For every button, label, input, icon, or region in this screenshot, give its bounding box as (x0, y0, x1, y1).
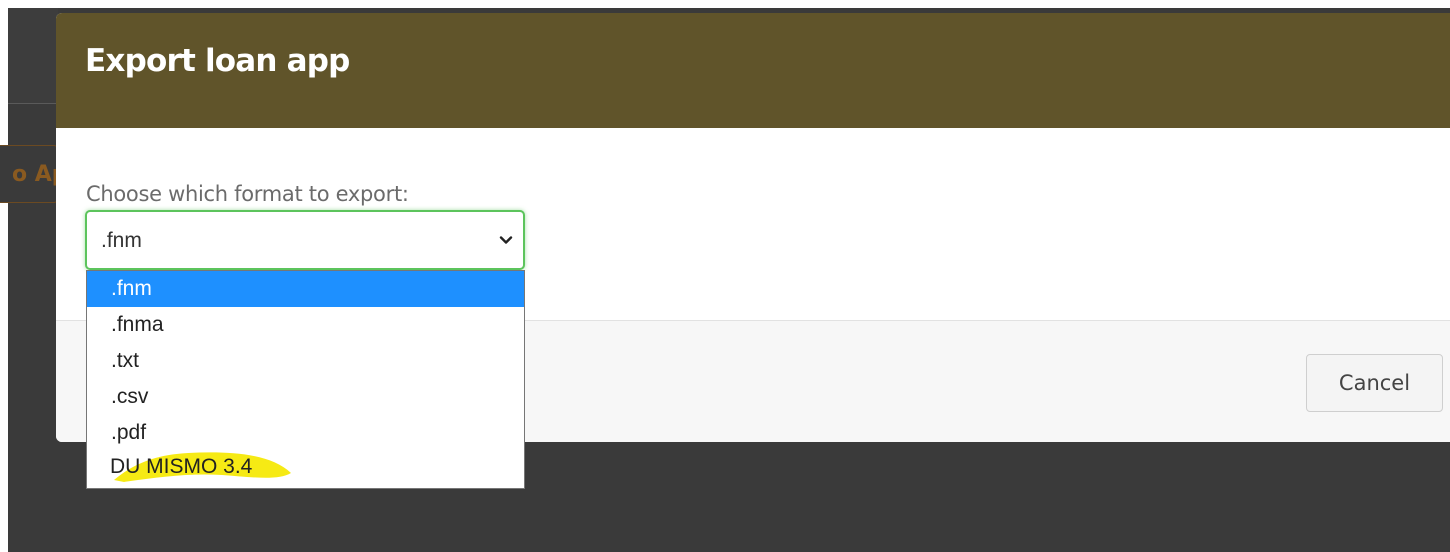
format-option-txt[interactable]: .txt (87, 343, 524, 379)
dialog-title: Export loan app (85, 43, 350, 79)
format-option-fnm[interactable]: .fnm (87, 271, 524, 307)
format-option-csv[interactable]: .csv (87, 379, 524, 415)
screen: o Ap Export loan app Choose which format… (0, 0, 1450, 552)
format-prompt-label: Choose which format to export: (86, 182, 409, 206)
background-topbar (8, 8, 58, 103)
format-option-fnma[interactable]: .fnma (87, 307, 524, 343)
format-select-value: .fnm (101, 229, 142, 252)
background-divider (8, 103, 58, 104)
cancel-button[interactable]: Cancel (1306, 354, 1443, 412)
chevron-down-icon (499, 236, 513, 244)
format-option-du-mismo-label: DU MISMO 3.4 (110, 455, 253, 478)
format-select[interactable]: .fnm (85, 210, 525, 270)
dialog-header: Export loan app (56, 13, 1450, 128)
